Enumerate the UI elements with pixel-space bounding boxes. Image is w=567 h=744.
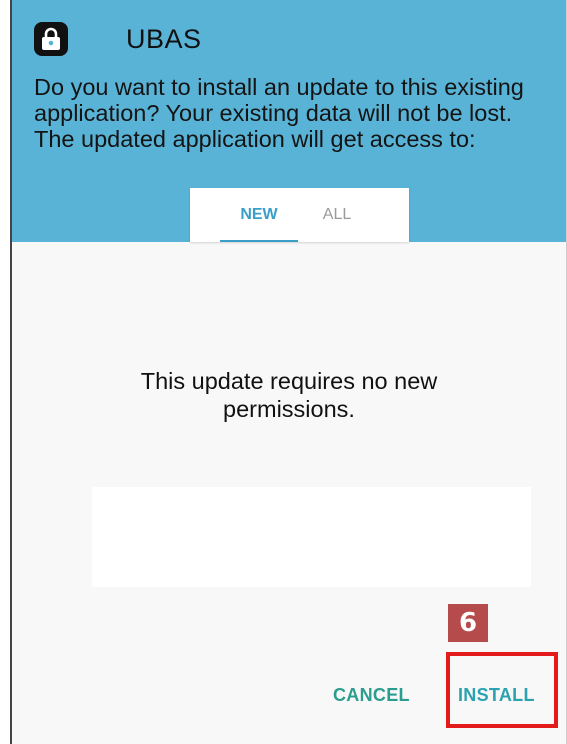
- install-highlight-box: [446, 652, 558, 728]
- permissions-message-line1: This update requires no new: [140, 368, 438, 394]
- step-number-badge: 6: [448, 604, 488, 642]
- tab-new[interactable]: NEW: [220, 188, 298, 242]
- cancel-button[interactable]: CANCEL: [333, 678, 410, 712]
- app-title-row: UBAS: [34, 22, 202, 56]
- dialog-header: UBAS Do you want to install an update to…: [12, 0, 566, 242]
- permissions-message: This update requires no new permissions.: [12, 367, 566, 423]
- lock-icon: [34, 22, 68, 56]
- permissions-message-line2: permissions.: [223, 396, 355, 422]
- permission-tabs: NEW ALL: [190, 188, 409, 242]
- app-name: UBAS: [126, 23, 202, 54]
- tab-selected-indicator: [220, 240, 298, 242]
- install-prompt: Do you want to install an update to this…: [34, 74, 524, 152]
- tab-all[interactable]: ALL: [298, 188, 376, 242]
- blank-panel: [92, 487, 531, 587]
